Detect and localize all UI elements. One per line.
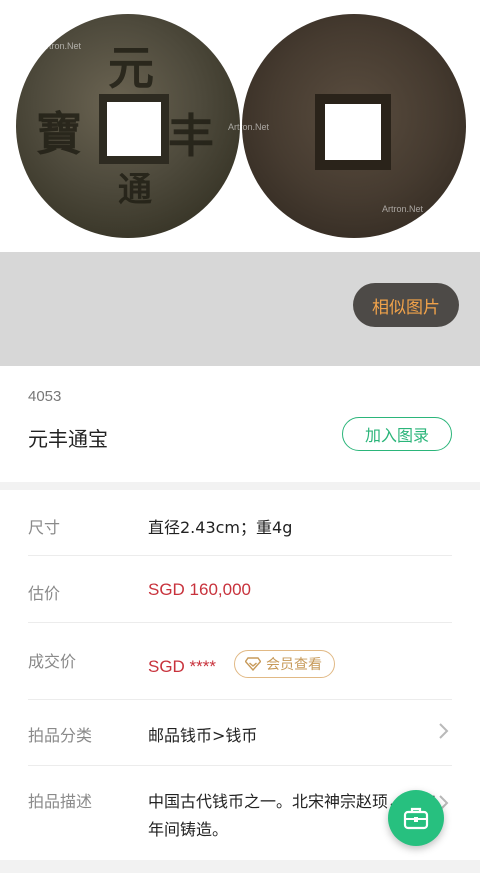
row-divider (28, 622, 452, 623)
briefcase-fab-button[interactable] (388, 790, 444, 846)
coin-glyph-right: 丰 (168, 109, 214, 163)
chevron-right-icon[interactable] (432, 720, 454, 742)
diamond-icon (245, 657, 261, 671)
estimate-value: SGD 160,000 (148, 580, 252, 599)
member-view-button[interactable]: 会员查看 (234, 650, 335, 678)
description-label: 拍品描述 (28, 792, 93, 811)
coin-front-image[interactable]: 元 丰 寶 通 Artron.Net (16, 14, 240, 238)
coin-square-hole (325, 104, 381, 160)
lot-title: 元丰通宝 (28, 427, 108, 451)
coin-glyph-top: 元 (108, 41, 154, 95)
coin-back-image[interactable]: Artron.Net Artron.Net (228, 14, 466, 238)
watermark: Artron.Net (228, 122, 270, 132)
coin-glyph-left: 寶 (36, 107, 82, 161)
coin-glyph-bottom: 通 (118, 170, 152, 210)
estimate-label: 估价 (28, 584, 61, 603)
size-label: 尺寸 (28, 518, 61, 537)
category-value: 邮品钱币>钱币 (148, 726, 258, 745)
watermark: Artron.Net (40, 41, 82, 51)
bottom-divider (0, 860, 480, 873)
lot-number: 4053 (28, 388, 62, 405)
watermark: Artron.Net (382, 204, 424, 214)
lot-header: 4053 元丰通宝 加入图录 (0, 366, 480, 482)
add-to-catalog-button[interactable]: 加入图录 (342, 417, 452, 451)
row-divider (28, 555, 452, 556)
briefcase-icon (403, 807, 429, 830)
row-divider (28, 765, 452, 766)
size-value: 直径2.43cm；重4g (148, 518, 293, 537)
section-divider (0, 482, 480, 490)
coin-square-hole (107, 102, 161, 156)
category-label: 拍品分类 (28, 726, 93, 745)
deal-price-label: 成交价 (28, 652, 77, 671)
similar-images-button[interactable]: 相似图片 (353, 283, 459, 327)
member-view-label: 会员查看 (266, 657, 322, 673)
lot-image-gallery[interactable]: 元 丰 寶 通 Artron.Net Artron.Net Artron.Net (0, 0, 480, 252)
deal-price-value: SGD **** (148, 657, 217, 676)
row-divider (28, 699, 452, 700)
